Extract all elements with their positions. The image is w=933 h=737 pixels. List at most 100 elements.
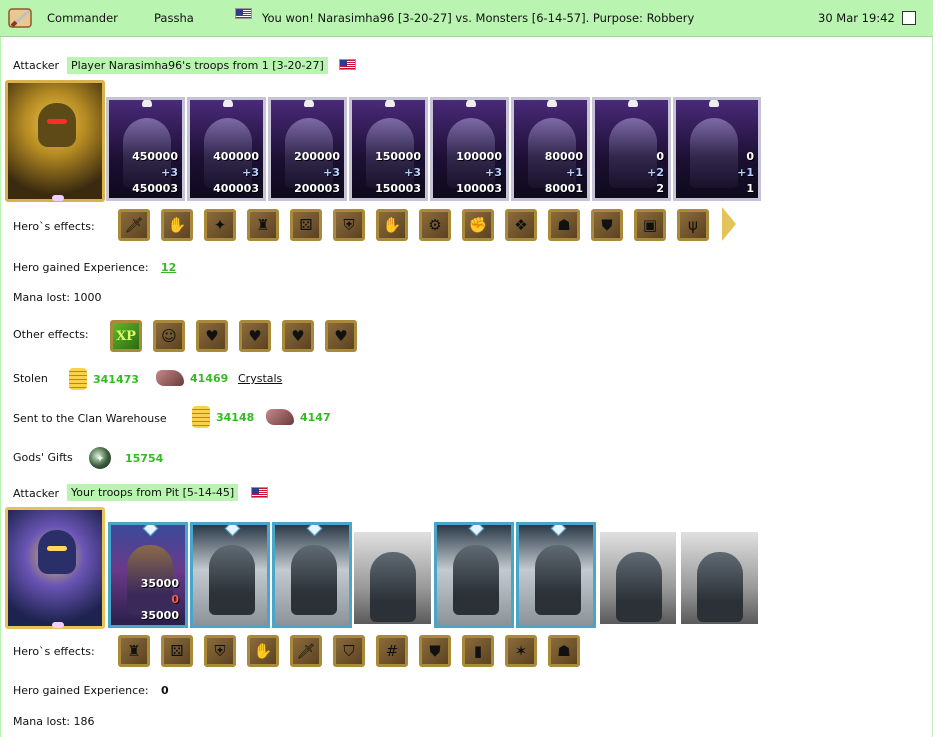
troop-start: 0 (656, 150, 664, 163)
dice-effect-icon[interactable]: ⚄ (161, 635, 193, 667)
us-flag-icon (235, 8, 252, 19)
hero-effects-label: Hero`s effects: (13, 645, 95, 658)
troop-figure (209, 545, 255, 615)
shield-effect-icon[interactable]: ⛨ (333, 209, 365, 241)
shield-sword-effect-icon[interactable]: ⛊ (419, 635, 451, 667)
sword-effect-icon[interactable]: 🗡 (118, 209, 150, 241)
hand-shield-effect-icon[interactable]: ✋ (376, 209, 408, 241)
attacker-label: Attacker (13, 59, 60, 72)
troop-end: 200003 (294, 182, 340, 195)
troop-card[interactable]: 80000 +1 80001 (511, 97, 590, 201)
player-name[interactable]: Passha (154, 11, 194, 25)
troop-card-inactive[interactable] (600, 532, 676, 624)
castle-effect-icon[interactable]: ♜ (118, 635, 150, 667)
troop-start: 0 (746, 150, 754, 163)
troop-end: 100003 (456, 182, 502, 195)
battle-summary[interactable]: You won! Narasimha96 [3-20-27] vs. Monst… (262, 11, 694, 25)
gods-gifts-label: Gods' Gifts (13, 451, 73, 464)
sword-effect-icon[interactable]: 🗡 (290, 635, 322, 667)
troop-card[interactable]: 200000 +3 200003 (268, 97, 347, 201)
troop-end: 2 (656, 182, 664, 195)
skull-icon (142, 100, 152, 107)
report-datetime: 30 Mar 19:42 (818, 11, 895, 25)
gauntlet-effect-icon[interactable]: ✊ (462, 209, 494, 241)
troop-figure (697, 552, 743, 622)
chest-effect-icon[interactable]: ▣ (634, 209, 666, 241)
gold-coins-icon (192, 406, 210, 428)
handshake-effect-icon[interactable]: ✋ (247, 635, 279, 667)
troop-card-inactive[interactable] (681, 532, 758, 624)
monk-effect-icon[interactable]: ☺ (153, 320, 185, 352)
troop-start: 80000 (544, 150, 583, 163)
warrior-effect-icon[interactable]: ☗ (548, 635, 580, 667)
stolen-label: Stolen (13, 372, 48, 385)
troop-card[interactable] (190, 522, 270, 628)
select-checkbox[interactable] (902, 11, 916, 25)
armor-effect-icon[interactable]: ⛊ (591, 209, 623, 241)
hero-effects-label: Hero`s effects: (13, 220, 95, 233)
heart-sword-effect-icon[interactable]: ♥ (196, 320, 228, 352)
troop-gain: +1 (737, 166, 754, 179)
gear-effect-icon[interactable]: ⚙ (419, 209, 451, 241)
troop-card[interactable]: 100000 +3 100003 (430, 97, 509, 201)
clan-ore: 4147 (266, 409, 331, 425)
castle-effect-icon[interactable]: ♜ (247, 209, 279, 241)
troop-card-inactive[interactable] (354, 532, 431, 624)
shield-effect-icon[interactable]: ⛨ (204, 635, 236, 667)
xp-boost-icon[interactable]: XP (110, 320, 142, 352)
dagger-shield-effect-icon[interactable]: ⛉ (333, 635, 365, 667)
troop-gain: +2 (647, 166, 664, 179)
troop-end: 150003 (375, 182, 421, 195)
troop-figure (370, 552, 416, 622)
boots-effect-icon[interactable]: ▮ (462, 635, 494, 667)
heart-magic-effect-icon[interactable]: ♥ (282, 320, 314, 352)
net-effect-icon[interactable]: # (376, 635, 408, 667)
troop-figure (535, 545, 581, 615)
trident-effect-icon[interactable]: ψ (677, 209, 709, 241)
troop-figure (616, 552, 662, 622)
hero-gem (52, 622, 64, 628)
troop-end: 400003 (213, 182, 259, 195)
gods-gift-orb-icon: ✦ (89, 447, 111, 469)
troop-card[interactable] (516, 522, 596, 628)
crystals-link[interactable]: Crystals (238, 372, 282, 385)
troop-card[interactable]: 35000 0 35000 (108, 522, 188, 628)
hero-eyes (47, 119, 67, 124)
troop-card[interactable]: 450000 +3 450003 (106, 97, 185, 201)
troop-card[interactable]: 0 +1 1 (673, 97, 761, 201)
attacker-value[interactable]: Your troops from Pit [5-14-45] (67, 484, 239, 501)
scroll-right-arrow-icon[interactable] (722, 207, 736, 241)
troop-gain: +3 (242, 166, 259, 179)
wand-effect-icon[interactable]: ✶ (505, 635, 537, 667)
role-label: Commander (47, 11, 118, 25)
dice-effect-icon[interactable]: ⚄ (290, 209, 322, 241)
heart-sword-effect-icon[interactable]: ♥ (239, 320, 271, 352)
troop-card[interactable]: 400000 +3 400003 (187, 97, 266, 201)
troop-gain: +3 (485, 166, 502, 179)
troop-card[interactable] (434, 522, 514, 628)
troop-card[interactable]: 150000 +3 150003 (349, 97, 428, 201)
hero-exp-value[interactable]: 12 (161, 261, 176, 274)
attacker-value[interactable]: Player Narasimha96's troops from 1 [3-20… (67, 57, 328, 74)
skull-icon (466, 100, 476, 107)
hero-portrait[interactable] (5, 80, 105, 202)
troop-start: 150000 (375, 150, 421, 163)
helmet-effect-icon[interactable]: ☗ (548, 209, 580, 241)
troop-card[interactable] (272, 522, 352, 628)
hand-magic-effect-icon[interactable]: ✦ (204, 209, 236, 241)
troop-card[interactable]: 0 +2 2 (592, 97, 671, 201)
xp-text: XP (116, 328, 136, 344)
skull-icon (628, 100, 638, 107)
handshake-effect-icon[interactable]: ✋ (161, 209, 193, 241)
ore-icon (266, 409, 294, 425)
heart-fire-effect-icon[interactable]: ♥ (325, 320, 357, 352)
other-effects-label: Other effects: (13, 328, 89, 341)
hero-gem (52, 195, 64, 201)
crystal-effect-icon[interactable]: ❖ (505, 209, 537, 241)
battle-report-header: Commander Passha You won! Narasimha96 [3… (0, 0, 933, 37)
hero-portrait[interactable] (5, 507, 105, 629)
troop-gain: +1 (566, 166, 583, 179)
troop-start: 450000 (132, 150, 178, 163)
stolen-gold-value: 341473 (93, 372, 139, 386)
hero-exp-value: 0 (161, 684, 169, 697)
